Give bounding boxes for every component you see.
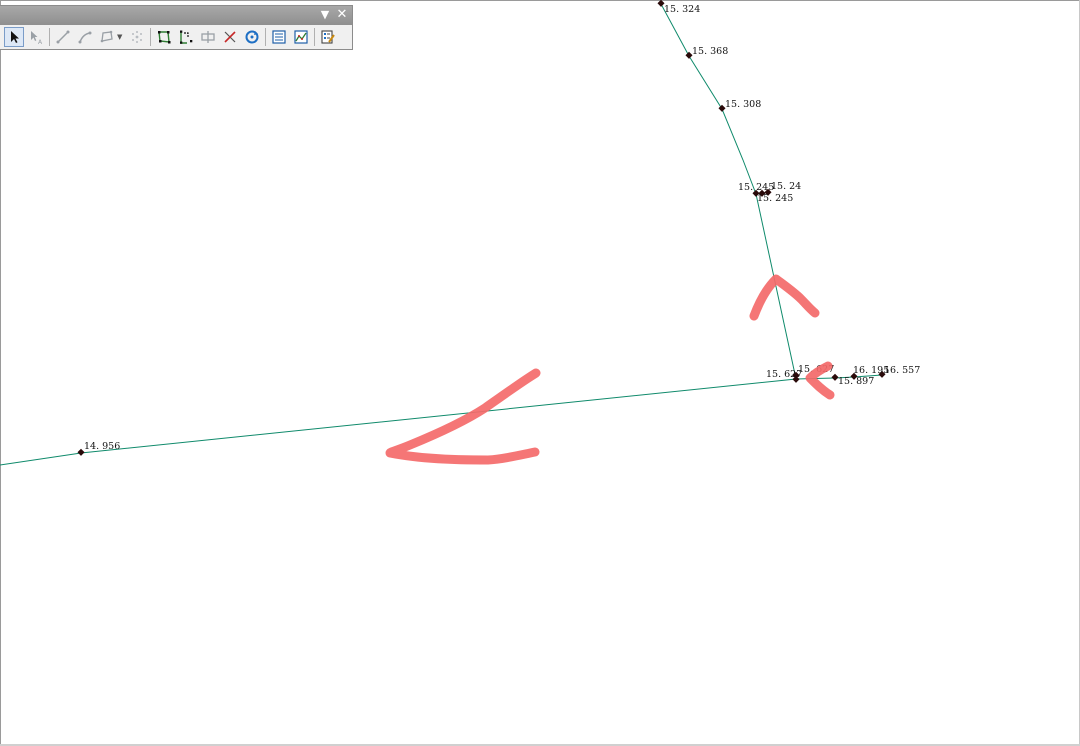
polygon-tool-icon[interactable] <box>97 27 117 47</box>
select-vertex-icon[interactable]: A <box>26 27 46 47</box>
toolbar-tools-row: A ▼ <box>0 25 352 49</box>
annotation-arrow-up <box>749 274 820 321</box>
elevation-label: 15. 24 <box>771 181 801 192</box>
elevation-label: 14. 956 <box>84 441 120 452</box>
edit-vertices-icon[interactable] <box>154 27 174 47</box>
toolbar-close-icon[interactable]: ✕ <box>335 8 349 22</box>
elevation-label: 16. 557 <box>884 365 920 376</box>
annotation-arrow-left-large <box>385 368 541 465</box>
elevation-label: 15. 368 <box>692 46 728 57</box>
map-canvas[interactable]: 15. 324 15. 368 15. 308 15. 245 15. 24 1… <box>0 0 1080 746</box>
rotate-icon[interactable] <box>242 27 262 47</box>
toolbar-menu-icon[interactable]: ▼ <box>318 8 332 22</box>
toolbar-title-bar[interactable]: ▼ ✕ <box>0 6 352 25</box>
split-icon[interactable] <box>220 27 240 47</box>
elevation-label: 15. 245 <box>757 193 793 204</box>
create-features-icon[interactable] <box>318 27 338 47</box>
editor-toolbar[interactable]: ▼ ✕ A ▼ <box>0 5 353 50</box>
attributes-icon[interactable] <box>269 27 289 47</box>
elevation-label: 15. 627 <box>766 369 802 380</box>
elevation-label: 15. 897 <box>838 376 874 387</box>
elevation-label: 15. 324 <box>664 4 700 15</box>
toolbar-separator <box>150 28 151 46</box>
cut-polygon-icon[interactable] <box>198 27 218 47</box>
points-cluster-icon[interactable] <box>127 27 147 47</box>
svg-text:A: A <box>38 39 43 45</box>
elevation-label: 15. 308 <box>725 99 761 110</box>
sketch-properties-icon[interactable] <box>291 27 311 47</box>
toolbar-separator <box>49 28 50 46</box>
dropdown-caret-icon[interactable]: ▼ <box>117 33 124 41</box>
toolbar-separator <box>265 28 266 46</box>
reshape-feature-icon[interactable] <box>176 27 196 47</box>
elevation-label: 15. 245 <box>738 182 774 193</box>
annotation-arrow-right-small <box>805 361 835 400</box>
straight-segment-icon[interactable] <box>53 27 73 47</box>
select-arrow-icon[interactable] <box>4 27 24 47</box>
trace-segment-icon[interactable] <box>75 27 95 47</box>
toolbar-separator <box>314 28 315 46</box>
